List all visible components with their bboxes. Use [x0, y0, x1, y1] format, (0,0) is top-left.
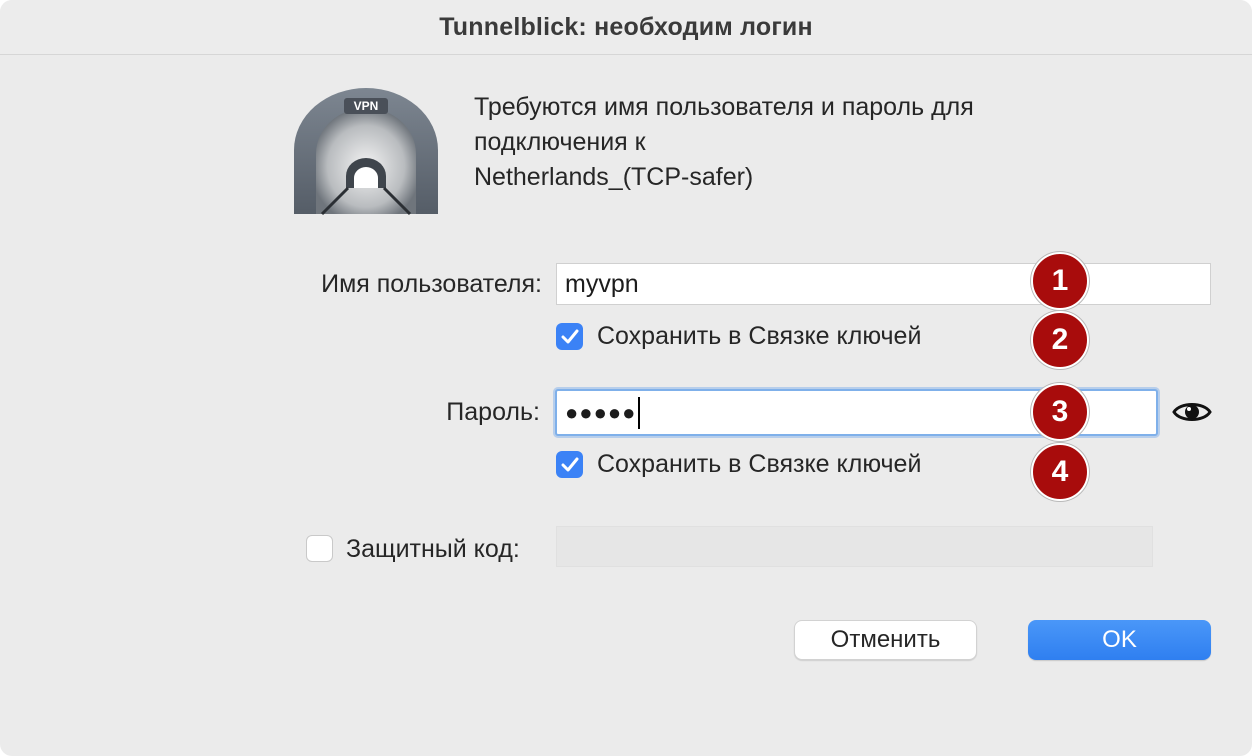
message-line-1: Требуются имя пользователя и пароль для — [474, 93, 974, 121]
username-field[interactable]: myvpn — [556, 263, 1211, 305]
save-password-checkbox-row[interactable]: Сохранить в Связке ключей — [556, 450, 921, 479]
save-password-checkbox[interactable] — [556, 451, 583, 478]
password-masked-value: ●●●●● — [565, 399, 637, 425]
checkmark-icon — [561, 329, 578, 343]
cancel-button[interactable]: Отменить — [794, 620, 977, 660]
save-username-checkbox-row[interactable]: Сохранить в Связке ключей — [556, 322, 921, 351]
vpn-badge-text: VPN — [354, 99, 379, 113]
save-password-label: Сохранить в Связке ключей — [597, 450, 922, 478]
save-username-label: Сохранить в Связке ключей — [597, 322, 922, 350]
login-dialog: Tunnelblick: необходим логин VPN Требуют… — [0, 0, 1252, 756]
username-value: myvpn — [565, 269, 639, 298]
save-username-checkbox[interactable] — [556, 323, 583, 350]
login-message: Требуются имя пользователя и пароль для … — [474, 90, 1074, 195]
eye-icon[interactable] — [1172, 398, 1212, 426]
annotation-badge-3: 3 — [1031, 383, 1089, 441]
checkmark-icon — [561, 457, 578, 471]
tunnelblick-tunnel-icon: VPN — [294, 88, 438, 216]
message-line-2: подключения к — [474, 128, 646, 156]
message-line-3: Netherlands_(TCP-safer) — [474, 163, 754, 191]
security-code-field[interactable] — [556, 526, 1153, 567]
security-code-checkbox[interactable] — [306, 535, 333, 562]
annotation-badge-1: 1 — [1031, 252, 1089, 310]
ok-button[interactable]: OK — [1028, 620, 1211, 660]
annotation-badge-2: 2 — [1031, 311, 1089, 369]
password-label: Пароль: — [446, 398, 540, 426]
text-caret — [638, 396, 641, 429]
annotation-badge-4: 4 — [1031, 443, 1089, 501]
security-code-label: Защитный код: — [346, 535, 520, 563]
window-title: Tunnelblick: необходим логин — [439, 12, 813, 41]
titlebar: Tunnelblick: необходим логин — [0, 0, 1252, 55]
username-label: Имя пользователя: — [321, 270, 542, 298]
